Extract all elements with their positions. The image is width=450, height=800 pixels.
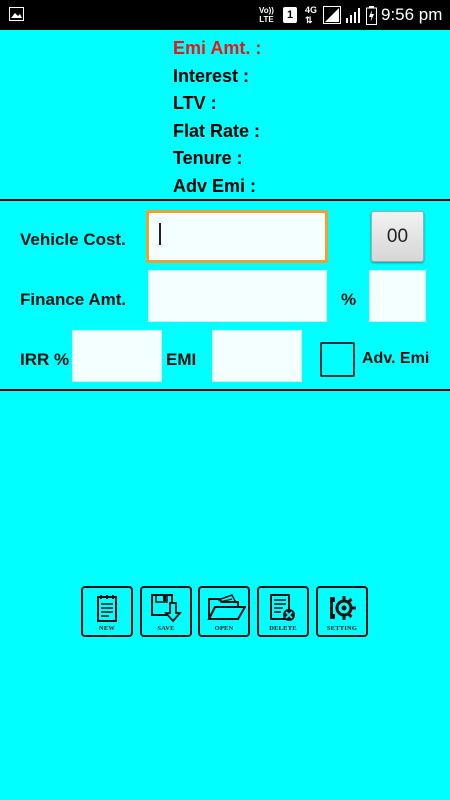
signal-bars-icon: [345, 6, 363, 29]
divider-top: [0, 199, 450, 201]
double-zero-button[interactable]: 00: [371, 211, 424, 262]
new-button[interactable]: NEW: [81, 586, 133, 637]
setting-caption: SETTING: [326, 625, 358, 632]
finance-amt-label: Finance Amt.: [20, 290, 127, 309]
text-caret: [159, 223, 161, 245]
settings-gear-icon: [330, 596, 356, 620]
interest-label: Interest :: [173, 65, 250, 86]
clock: 9:56 pm: [381, 5, 443, 24]
emi-input[interactable]: [212, 330, 302, 382]
save-button[interactable]: SAVE: [140, 586, 192, 637]
delete-caption: DELETE: [269, 625, 297, 632]
result-summary: Emi Amt. : Interest : LTV : Flat Rate : …: [173, 36, 261, 201]
irr-label: IRR %: [20, 350, 70, 369]
setting-button[interactable]: SETTING: [316, 586, 368, 637]
divider-bottom: [0, 389, 450, 391]
open-button[interactable]: OPEN: [198, 586, 250, 637]
network-type: 4G ⇅: [305, 5, 318, 25]
tenure-label: Tenure :: [173, 148, 243, 168]
new-document-icon: [97, 595, 117, 622]
emi-label: EMI: [166, 350, 197, 369]
percent-label: %: [341, 290, 357, 309]
delete-document-icon: [270, 594, 295, 621]
status-bar: Vo)) LTE 1 4G ⇅ 9:56 pm: [0, 0, 450, 30]
adv-emi-summary-label: Adv Emi :: [173, 175, 257, 196]
emi-amount-label: Emi Amt. :: [173, 38, 262, 58]
sim-badge: 1: [283, 7, 297, 23]
vehicle-cost-input[interactable]: [146, 210, 328, 263]
irr-input[interactable]: [72, 330, 162, 382]
new-caption: NEW: [98, 625, 116, 632]
vehicle-cost-label: Vehicle Cost.: [20, 230, 126, 249]
volte-indicator: Vo)) LTE: [259, 6, 274, 24]
percent-input[interactable]: [369, 270, 426, 322]
open-caption: OPEN: [214, 625, 234, 632]
finance-amt-input[interactable]: [148, 270, 327, 322]
open-folder-icon: [207, 594, 246, 620]
adv-emi-checkbox-label[interactable]: Adv. Emi: [362, 350, 429, 368]
save-icon: [151, 594, 182, 623]
delete-button[interactable]: DELETE: [257, 586, 309, 637]
battery-icon: [366, 6, 377, 30]
gallery-icon: [9, 7, 24, 26]
save-caption: SAVE: [157, 625, 175, 632]
flat-rate-label: Flat Rate :: [173, 120, 261, 141]
signal-icon: [323, 6, 341, 29]
adv-emi-checkbox[interactable]: [320, 342, 355, 377]
ltv-label: LTV :: [173, 93, 217, 113]
